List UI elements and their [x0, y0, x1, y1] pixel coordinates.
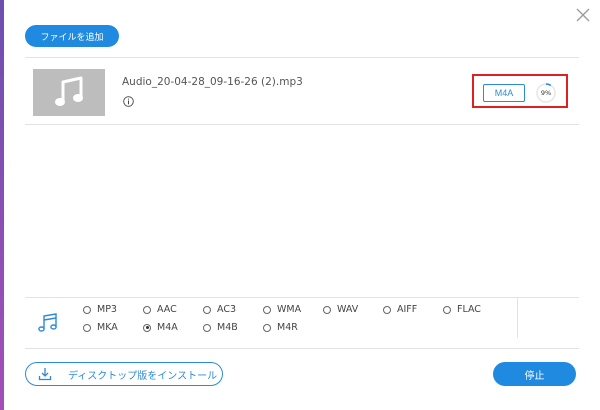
file-name: Audio_20-04-28_09-16-26 (2).mp3: [122, 76, 303, 88]
add-file-button[interactable]: ファイルを追加: [25, 25, 119, 47]
format-label: FLAC: [457, 304, 481, 315]
format-row-1: MP3 AAC AC3 WMA WAV AIFF FLAC: [83, 304, 523, 322]
format-label: M4R: [277, 322, 298, 333]
converter-dialog: ファイルを追加 Audio_20-04-28_09-16-26 (2).mp3 …: [4, 0, 600, 410]
download-icon: [38, 368, 52, 381]
radio-ac3[interactable]: [203, 305, 211, 314]
format-label: MKA: [97, 322, 118, 333]
format-option-wma[interactable]: WMA: [263, 304, 301, 315]
radio-aac[interactable]: [143, 305, 151, 314]
info-icon[interactable]: [123, 96, 134, 107]
format-label: WMA: [277, 304, 302, 315]
stop-button[interactable]: 停止: [493, 362, 576, 386]
format-option-m4a[interactable]: M4A: [143, 322, 178, 333]
format-label: AIFF: [397, 304, 418, 315]
format-label: M4B: [217, 322, 238, 333]
format-option-wav[interactable]: WAV: [323, 304, 358, 315]
format-label: AAC: [157, 304, 177, 315]
radio-m4r[interactable]: [263, 323, 271, 332]
format-panel: MP3 AAC AC3 WMA WAV AIFF FLAC MKA M4A M4…: [25, 297, 579, 349]
format-label: WAV: [337, 304, 359, 315]
format-row-2: MKA M4A M4B M4R: [83, 322, 523, 340]
file-thumbnail: [33, 69, 105, 116]
format-option-m4r[interactable]: M4R: [263, 322, 298, 333]
radio-wma[interactable]: [263, 305, 271, 314]
file-row: Audio_20-04-28_09-16-26 (2).mp3 M4A 9%: [25, 57, 579, 125]
radio-mka[interactable]: [83, 323, 91, 332]
close-icon[interactable]: [574, 6, 592, 24]
format-option-mp3[interactable]: MP3: [83, 304, 117, 315]
radio-wav[interactable]: [323, 305, 331, 314]
music-note-icon: [55, 76, 83, 106]
file-list: Audio_20-04-28_09-16-26 (2).mp3 M4A 9%: [25, 57, 579, 277]
radio-m4b[interactable]: [203, 323, 211, 332]
format-option-ac3[interactable]: AC3: [203, 304, 236, 315]
format-options: MP3 AAC AC3 WMA WAV AIFF FLAC MKA M4A M4…: [83, 304, 523, 340]
format-option-m4b[interactable]: M4B: [203, 322, 238, 333]
radio-flac[interactable]: [443, 305, 451, 314]
format-option-aac[interactable]: AAC: [143, 304, 177, 315]
format-label: AC3: [217, 304, 237, 315]
install-label: ディスクトップ版をインストール: [68, 370, 218, 382]
format-option-flac[interactable]: FLAC: [443, 304, 481, 315]
radio-mp3[interactable]: [83, 305, 91, 314]
format-label: MP3: [97, 304, 117, 315]
install-desktop-button[interactable]: ディスクトップ版をインストール: [25, 362, 223, 386]
panel-divider: [517, 298, 518, 338]
format-option-mka[interactable]: MKA: [83, 322, 118, 333]
format-option-aiff[interactable]: AIFF: [383, 304, 417, 315]
progress-percent: 9%: [540, 89, 552, 97]
format-label: M4A: [157, 322, 178, 333]
audio-format-icon[interactable]: [37, 312, 59, 334]
output-format-button[interactable]: M4A: [483, 84, 525, 102]
radio-aiff[interactable]: [383, 305, 391, 314]
radio-m4a[interactable]: [143, 323, 151, 332]
